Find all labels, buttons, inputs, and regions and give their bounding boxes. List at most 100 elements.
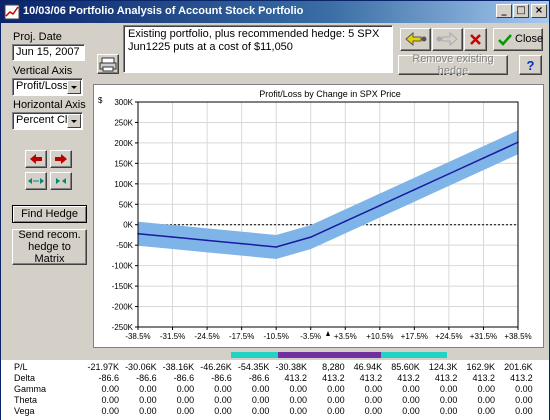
stat-cell: 162.9K — [466, 362, 495, 372]
x-tick-label: +3.5% — [334, 332, 357, 341]
data-point — [171, 236, 174, 238]
stat-cell: -30.38K — [275, 362, 307, 372]
data-point — [206, 239, 208, 242]
stat-cell: 413.2 — [284, 373, 307, 383]
stat-cell: -21.97K — [87, 362, 119, 372]
stat-cell: 85.60K — [391, 362, 420, 372]
stat-cell: 0.00 — [439, 384, 458, 394]
y-tick-label: 250K — [114, 118, 133, 127]
stat-cell: 413.2 — [322, 373, 345, 383]
tick-layer: 300K 250K 200K 150K 100K 50K 0K -50K -100K -150K -… — [112, 98, 532, 341]
portfolio-analysis-window: 10/03/06 Portfolio Analysis of Account S… — [0, 0, 550, 420]
stat-cell: 0.00 — [176, 395, 195, 405]
arrows-outward-icon — [56, 178, 66, 184]
hedge-message: Existing portfolio, plus recommended hed… — [123, 25, 393, 73]
close-button[interactable]: Close — [493, 28, 543, 51]
chevron-down-icon[interactable] — [67, 80, 81, 94]
cancel-button[interactable] — [464, 28, 487, 51]
x-tick-label: +10.5% — [366, 332, 393, 341]
stat-cell: 0.00 — [439, 395, 458, 405]
stat-cell: 0.00 — [251, 395, 270, 405]
greeks-table: P/L -21.97K -30.06K -38.16K -46.26K -54.35K -3… — [1, 360, 549, 420]
vertical-axis-select[interactable]: Profit/Loss — [12, 78, 83, 96]
y-tick-label: 100K — [114, 180, 133, 189]
stat-cell: 413.2 — [434, 373, 458, 383]
title-bar[interactable]: 10/03/06 Portfolio Analysis of Account S… — [1, 1, 549, 23]
stat-cell: 413.2 — [397, 373, 420, 383]
x-tick-label: +24.5% — [435, 332, 462, 341]
red-x-icon — [470, 34, 481, 45]
close-label: Close — [515, 33, 544, 45]
y-tick-label: 300K — [114, 98, 133, 107]
data-point — [448, 173, 450, 175]
y-axis-label: $ — [98, 96, 103, 105]
stat-cell: 124.3K — [428, 362, 458, 372]
stat-cell: 0.00 — [101, 395, 119, 405]
remove-hedge-button[interactable]: Remove existing hedge — [398, 53, 508, 77]
stat-cell: 0.00 — [251, 406, 270, 416]
stat-cell: 0.00 — [515, 384, 533, 394]
shift-right-button[interactable] — [50, 150, 72, 168]
data-point — [413, 188, 416, 191]
data-point — [344, 220, 347, 223]
chevron-down-icon[interactable] — [67, 114, 81, 128]
window-close-button[interactable]: × — [531, 4, 547, 18]
maximize-button[interactable]: □ — [513, 4, 529, 18]
proj-date-field[interactable]: Jun 15, 2007 — [12, 44, 85, 61]
x-tick-label: -3.5% — [300, 332, 321, 341]
stat-cell: 0.00 — [477, 395, 495, 405]
stat-row-label: Vega — [14, 406, 35, 416]
stat-cell: 0.00 — [214, 406, 232, 416]
y-tick-label: 50K — [119, 200, 134, 209]
arrow-left-icon — [30, 154, 42, 164]
data-point — [379, 204, 381, 207]
profit-loss-chart: Profit/Loss by Change in SPX Price $ 300… — [98, 89, 532, 341]
send-recom-hedge-button[interactable]: Send recom. hedge to Matrix — [12, 229, 87, 265]
stat-cell: -46.26K — [200, 362, 232, 372]
printer-icon — [99, 57, 117, 72]
vertical-axis-value: Profit/Loss — [16, 80, 68, 92]
next-button-disabled[interactable] — [432, 28, 463, 51]
stat-cell: 0.00 — [402, 395, 420, 405]
stat-cell: 0.00 — [364, 406, 383, 416]
data-point — [275, 246, 277, 248]
data-point — [309, 236, 312, 238]
zoom-out-button[interactable] — [50, 172, 72, 190]
x-tick-label: -38.5% — [125, 332, 150, 341]
stat-row-label: P/L — [14, 362, 28, 372]
x-tick-label: -24.5% — [194, 332, 219, 341]
previous-button[interactable] — [400, 28, 431, 51]
data-point — [482, 157, 485, 159]
stat-cell: 0.00 — [251, 384, 270, 394]
stat-cell: -30.06K — [125, 362, 157, 372]
proj-date-label: Proj. Date — [13, 31, 62, 43]
stat-cell: -86.6 — [173, 373, 195, 383]
stat-cell: -86.6 — [248, 373, 270, 383]
minimize-button[interactable]: _ — [496, 4, 512, 18]
help-button[interactable]: ? — [519, 55, 542, 75]
stat-cell: 0.00 — [327, 395, 345, 405]
stat-row-label: Theta — [14, 395, 38, 405]
horizontal-axis-label: Horizontal Axis — [13, 99, 86, 111]
zoom-in-button[interactable] — [25, 172, 47, 190]
arrows-inward-icon — [28, 178, 44, 184]
stat-cell: -86.6 — [211, 373, 232, 383]
horizontal-axis-select[interactable]: Percent Chg — [12, 112, 83, 130]
price-range-bar-core — [278, 352, 381, 358]
stat-cell: 201.6K — [504, 362, 533, 372]
stat-cell: 413.2 — [472, 373, 495, 383]
stat-cell: 0.00 — [139, 406, 157, 416]
find-hedge-button[interactable]: Find Hedge — [12, 205, 87, 223]
y-tick-label: 150K — [114, 159, 133, 168]
print-button[interactable] — [97, 54, 119, 74]
chart-title: Profit/Loss by Change in SPX Price — [259, 89, 401, 99]
x-tick-label: +31.5% — [470, 332, 497, 341]
y-tick-label: -250K — [112, 323, 134, 332]
current-price-marker — [326, 331, 330, 336]
stat-cell: 0.00 — [364, 384, 383, 394]
shift-left-button[interactable] — [25, 150, 47, 168]
stat-cell: 0.00 — [176, 384, 195, 394]
stat-cell: 0.00 — [402, 384, 420, 394]
stat-cell: 413.2 — [510, 373, 533, 383]
stat-cell: 0.00 — [515, 395, 533, 405]
